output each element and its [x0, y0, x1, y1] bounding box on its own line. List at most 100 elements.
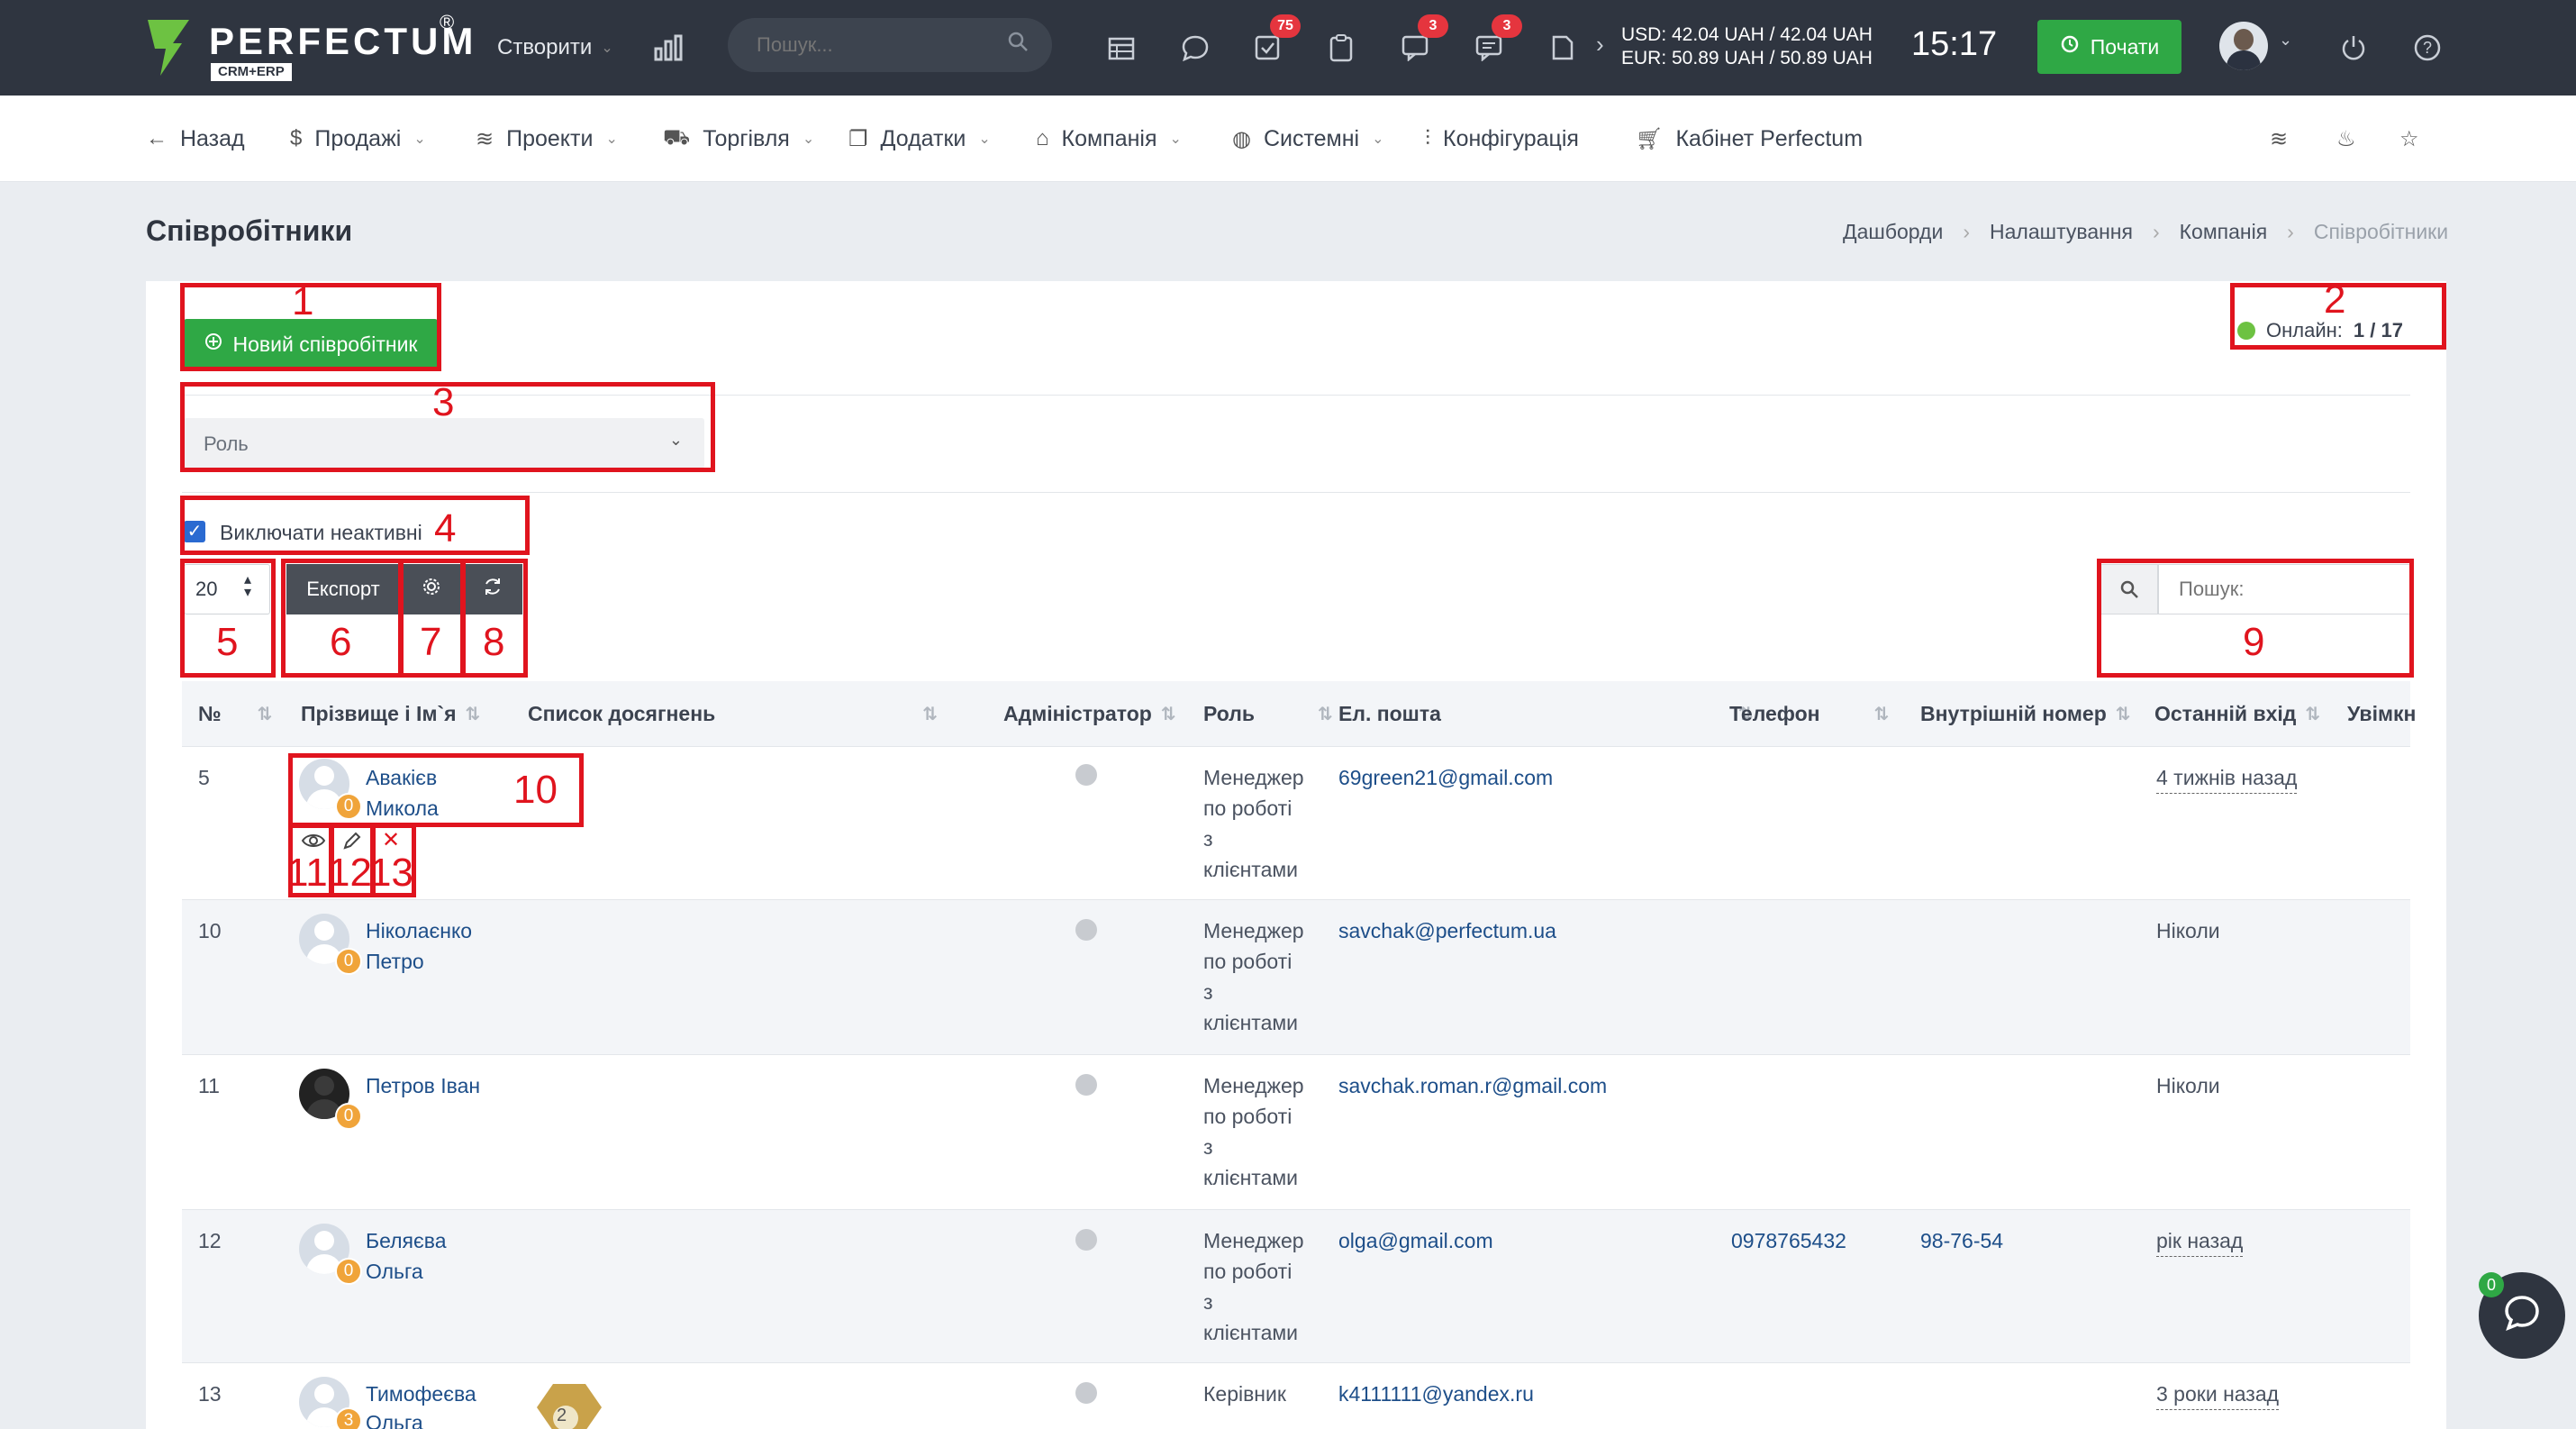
- tasks-icon[interactable]: 75: [1245, 14, 1301, 70]
- employee-first-name[interactable]: Ольга: [366, 1407, 423, 1429]
- logo-registered: ®: [440, 11, 455, 33]
- clipboard-icon[interactable]: [1319, 25, 1364, 70]
- copy-icon: ❐: [848, 126, 868, 151]
- start-label: Почати: [2090, 34, 2160, 59]
- column-header-last-login[interactable]: Останній вхід ⇅: [2154, 681, 2320, 746]
- employee-last-name[interactable]: Ніколаєнко: [366, 915, 472, 946]
- nav-sales[interactable]: $ Продажі ⌄: [290, 96, 426, 182]
- chat-widget-badge: 0: [2479, 1272, 2504, 1297]
- employee-first-name[interactable]: Петро: [366, 946, 424, 977]
- top-bar: PERFECTUM ® CRM+ERP Створити ⌄ 75 3 3 › …: [0, 0, 2576, 96]
- nav-configuration[interactable]: ⫶ Конфігурація: [1425, 96, 1579, 182]
- nav-back-label: Назад: [180, 125, 245, 151]
- column-header-email[interactable]: Ел. пошта ⇅: [1338, 681, 1754, 746]
- document-icon[interactable]: [1540, 25, 1585, 70]
- breadcrumb-current: Співробітники: [2313, 220, 2449, 243]
- page-title: Співробітники: [146, 214, 353, 247]
- nav-trade[interactable]: ⛟ Торгівля ⌄: [663, 96, 814, 182]
- breadcrumb-company[interactable]: Компанія: [2180, 220, 2268, 244]
- last-login: Ніколи: [2156, 919, 2220, 942]
- bar-chart-icon[interactable]: [647, 25, 692, 70]
- logo-icon[interactable]: [146, 16, 191, 79]
- extension: 98-76-54: [1920, 1229, 2004, 1252]
- column-header-achievements[interactable]: Список досягнень ⇅: [528, 681, 938, 746]
- nav-addons-label: Додатки: [880, 125, 966, 151]
- briefcase-icon: ⌂: [1036, 126, 1049, 150]
- nav-configuration-label: Конфігурація: [1443, 125, 1579, 151]
- last-login: 3 роки назад: [2156, 1379, 2280, 1410]
- layers-icon[interactable]: ≋: [2270, 96, 2288, 182]
- email-link[interactable]: savchak.roman.r@gmail.com: [1338, 1070, 1607, 1101]
- chevron-down-icon: ⌄: [1372, 132, 1384, 147]
- email-link[interactable]: savchak@perfectum.ua: [1338, 915, 1556, 946]
- admin-status-dot: [1075, 919, 1097, 941]
- start-timer-button[interactable]: Почати: [2037, 20, 2181, 74]
- admin-status-dot: [1075, 1229, 1097, 1251]
- nav-system[interactable]: ◍ Системні ⌄: [1232, 96, 1384, 182]
- power-icon[interactable]: [2331, 25, 2376, 70]
- search-icon[interactable]: [1007, 31, 1029, 58]
- sliders-icon: ⫶: [1425, 126, 1430, 150]
- create-menu[interactable]: Створити ⌄: [497, 0, 613, 96]
- breadcrumb-dashboards[interactable]: Дашборди: [1843, 220, 1943, 244]
- table-row: [182, 1362, 2410, 1429]
- role-cell: Менеджер по роботі з клієнтами: [1203, 766, 1304, 881]
- chevron-down-icon: ⌄: [978, 132, 991, 147]
- column-header-role[interactable]: Роль ⇅: [1203, 681, 1333, 746]
- chevron-right-icon[interactable]: ›: [1596, 31, 1604, 59]
- annotation-label-8: 8: [483, 620, 505, 664]
- achievement-count: 0: [335, 1103, 362, 1130]
- column-header-phone[interactable]: Телефон ⇅: [1729, 681, 1889, 746]
- breadcrumb-settings[interactable]: Налаштування: [1990, 220, 2133, 244]
- breadcrumb: Дашборди › Налаштування › Компанія › Співро…: [1843, 220, 2449, 244]
- help-icon[interactable]: ?: [2405, 25, 2450, 70]
- chat-icon[interactable]: [1173, 25, 1218, 70]
- annotation-label-12: 12: [328, 851, 372, 895]
- row-number: 5: [198, 766, 210, 789]
- column-header-name[interactable]: Прізвище і Ім`я ⇅: [301, 681, 480, 746]
- nav-addons[interactable]: ❐ Додатки ⌄: [848, 96, 991, 182]
- nav-sales-label: Продажі: [314, 125, 402, 151]
- email-link[interactable]: olga@gmail.com: [1338, 1225, 1493, 1256]
- calendar-icon[interactable]: [1099, 25, 1144, 70]
- employee-last-name[interactable]: Беляєва: [366, 1225, 446, 1256]
- employee-last-name[interactable]: Тимофеєва: [366, 1379, 476, 1409]
- annotation-label-3: 3: [432, 380, 455, 424]
- email-link[interactable]: 69green21@gmail.com: [1338, 762, 1553, 793]
- employee-name[interactable]: Петров Іван: [366, 1070, 480, 1101]
- column-header-number[interactable]: № ⇅: [198, 681, 272, 746]
- messages-icon[interactable]: 3: [1466, 14, 1522, 70]
- admin-status-dot: [1075, 1382, 1097, 1404]
- role-cell: Менеджер по роботі з клієнтами: [1203, 1074, 1304, 1189]
- chevron-down-icon: ⌄: [601, 41, 613, 56]
- star-icon[interactable]: ☆: [2399, 96, 2419, 182]
- nav-company[interactable]: ⌂ Компанія ⌄: [1036, 96, 1182, 182]
- global-search-input[interactable]: [757, 31, 991, 59]
- column-header-admin[interactable]: Адміністратор ⇅: [1003, 681, 1176, 746]
- nav-projects-label: Проекти: [506, 125, 594, 151]
- column-header-extension[interactable]: Внутрішній номер ⇅: [1920, 681, 2131, 746]
- logo-subtitle: CRM+ERP: [211, 63, 292, 81]
- nav-projects[interactable]: ≋ Проекти ⌄: [476, 96, 618, 182]
- table-header: № ⇅ Прізвище і Ім`я ⇅ Список досягнень ⇅ Ад…: [182, 681, 2416, 746]
- user-avatar[interactable]: [2219, 22, 2268, 70]
- comments-icon[interactable]: 3: [1392, 14, 1448, 70]
- global-search[interactable]: [728, 18, 1052, 72]
- phone[interactable]: 0978765432: [1731, 1225, 1846, 1256]
- employee-first-name[interactable]: Ольга: [366, 1256, 423, 1287]
- achievement-badge-icon[interactable]: 2: [535, 1380, 603, 1429]
- achievement-count: 0: [335, 1258, 362, 1285]
- fire-icon[interactable]: ♨: [2336, 96, 2356, 182]
- role-cell: Менеджер по роботі з клієнтами: [1203, 1229, 1304, 1344]
- nav-back[interactable]: ← Назад: [146, 96, 245, 182]
- user-menu-chevron-icon[interactable]: ⌄: [2279, 31, 2292, 50]
- annotation-label-4: 4: [434, 506, 457, 551]
- nav-perfectum-cabinet[interactable]: 🛒︎ Кабінет Perfectum: [1636, 96, 1863, 182]
- messages-badge: 3: [1492, 14, 1522, 38]
- chevron-down-icon: ⌄: [413, 132, 426, 147]
- admin-status-dot: [1075, 1074, 1097, 1096]
- email-link[interactable]: k4111111@yandex.ru: [1338, 1379, 1534, 1409]
- nav-cabinet-label: Кабінет Perfectum: [1675, 125, 1864, 151]
- annotation-box-4: [180, 496, 530, 555]
- column-header-enabled[interactable]: Увімкн: [2347, 681, 2416, 746]
